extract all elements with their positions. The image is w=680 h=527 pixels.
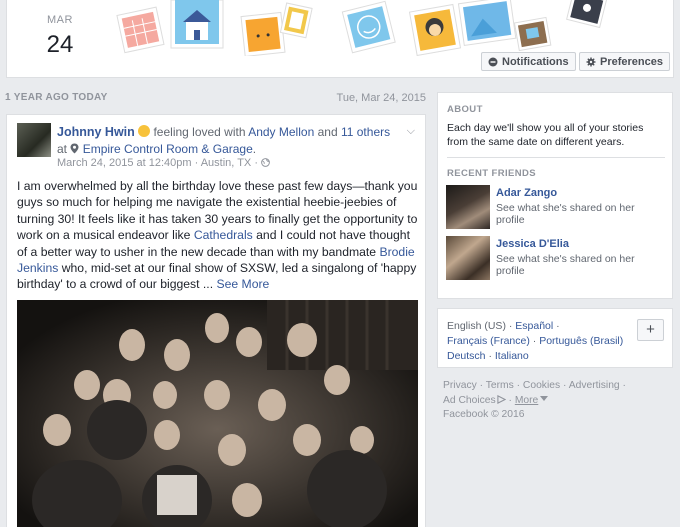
more-chevron-down-icon[interactable] [540, 395, 549, 402]
friend-avatar[interactable] [446, 185, 490, 229]
language-list: English (US) · Español · Français (Franc… [447, 319, 627, 364]
language-option[interactable]: Español [515, 320, 553, 332]
languages-panel: English (US) · Español · Français (Franc… [437, 308, 673, 368]
tagged-friend-link[interactable]: Andy Mellon [248, 125, 314, 139]
memory-section-header: 1 YEAR AGO TODAY Tue, Mar 24, 2015 [0, 92, 434, 108]
dot: · [556, 320, 560, 332]
post-body: I am overwhelmed by all the birthday lov… [17, 178, 419, 293]
about-title: ABOUT [447, 104, 483, 115]
preferences-label: Preferences [600, 55, 663, 68]
author-name[interactable]: Johnny Hwin [57, 125, 135, 139]
memory-post: ⌵ Johnny Hwin feeling loved with Andy Me… [6, 114, 426, 527]
minus-circle-icon [488, 57, 498, 66]
about-panel: ABOUT Each day we'll show you all of you… [437, 92, 673, 299]
location-pin-icon [70, 143, 79, 154]
dot: · [508, 320, 513, 332]
footer-link[interactable]: Terms [486, 380, 514, 391]
add-language-button[interactable]: + [637, 319, 664, 341]
group-photo-image [17, 300, 418, 527]
feeling-text: feeling loved with [153, 125, 246, 139]
language-option[interactable]: Français (France) [447, 335, 530, 347]
friend-avatar[interactable] [446, 236, 490, 280]
memory-section-label: 1 YEAR AGO TODAY [5, 92, 108, 103]
language-option[interactable]: Italiano [495, 350, 529, 362]
and-text: and [317, 125, 338, 139]
footer-more-link[interactable]: More [515, 395, 538, 406]
meta-separator: · [194, 157, 199, 169]
page-footer: Privacy · Terms · Cookies · Advertising … [443, 380, 626, 420]
friend-description[interactable]: See what she's shared on her profile [496, 253, 666, 277]
post-photo[interactable] [17, 300, 418, 527]
friend-description[interactable]: See what she's shared on her profile [496, 202, 666, 226]
cathedrals-link[interactable]: Cathedrals [194, 228, 253, 242]
header-illustration [111, 0, 631, 57]
dot: · [532, 335, 537, 347]
feeling-loved-icon [138, 125, 151, 137]
friend-name[interactable]: Jessica D'Elia [496, 238, 569, 250]
memory-section-date[interactable]: Tue, Mar 24, 2015 [337, 92, 426, 104]
friend-name[interactable]: Adar Zango [496, 187, 557, 199]
post-header: Johnny Hwin feeling loved with Andy Mell… [57, 124, 407, 158]
others-link[interactable]: 11 others [341, 125, 390, 139]
sticker-collage-icon [116, 0, 608, 57]
footer-link[interactable]: Cookies [523, 380, 560, 391]
current-language: English (US) [447, 320, 506, 332]
about-divider [447, 157, 665, 158]
notifications-button[interactable]: Notifications [481, 52, 576, 71]
header-month: MAR [47, 14, 73, 26]
gear-icon [586, 57, 596, 66]
about-text: Each day we'll show you all of your stor… [447, 122, 644, 148]
header-date: MAR 24 [37, 14, 83, 59]
language-option[interactable]: Português (Brasil) [539, 335, 623, 347]
header-day: 24 [46, 31, 74, 58]
recent-friends-title: RECENT FRIENDS [447, 168, 536, 179]
author-avatar[interactable] [17, 123, 51, 157]
globe-icon[interactable] [261, 158, 270, 167]
notifications-label: Notifications [502, 55, 569, 68]
friend-item[interactable]: Jessica D'Elia See what she's shared on … [446, 236, 666, 280]
memories-header: MAR 24 Notifications Preferences [6, 0, 674, 78]
post-meta: March 24, 2015 at 12:40pm · Austin, TX · [57, 157, 270, 169]
post-options-chevron-icon[interactable]: ⌵ [407, 125, 415, 138]
footer-link[interactable]: Advertising [569, 380, 620, 391]
ad-choices-icon[interactable] [497, 394, 506, 404]
friend-item[interactable]: Adar Zango See what she's shared on her … [446, 185, 666, 229]
footer-link[interactable]: Ad Choices [443, 395, 496, 406]
at-text: at [57, 142, 68, 156]
language-option[interactable]: Deutsch [447, 350, 486, 362]
post-location[interactable]: Austin, TX [201, 157, 252, 169]
preferences-button[interactable]: Preferences [579, 52, 670, 71]
post-timestamp[interactable]: March 24, 2015 at 12:40pm [57, 157, 192, 169]
footer-link[interactable]: Privacy [443, 380, 477, 391]
place-link[interactable]: Empire Control Room & Garage [83, 142, 253, 156]
dot: · [488, 350, 492, 362]
see-more-link[interactable]: See More [216, 277, 269, 291]
copyright: Facebook © 2016 [443, 409, 525, 420]
place-suffix: . [252, 142, 257, 156]
meta-separator-2: · [254, 157, 258, 169]
